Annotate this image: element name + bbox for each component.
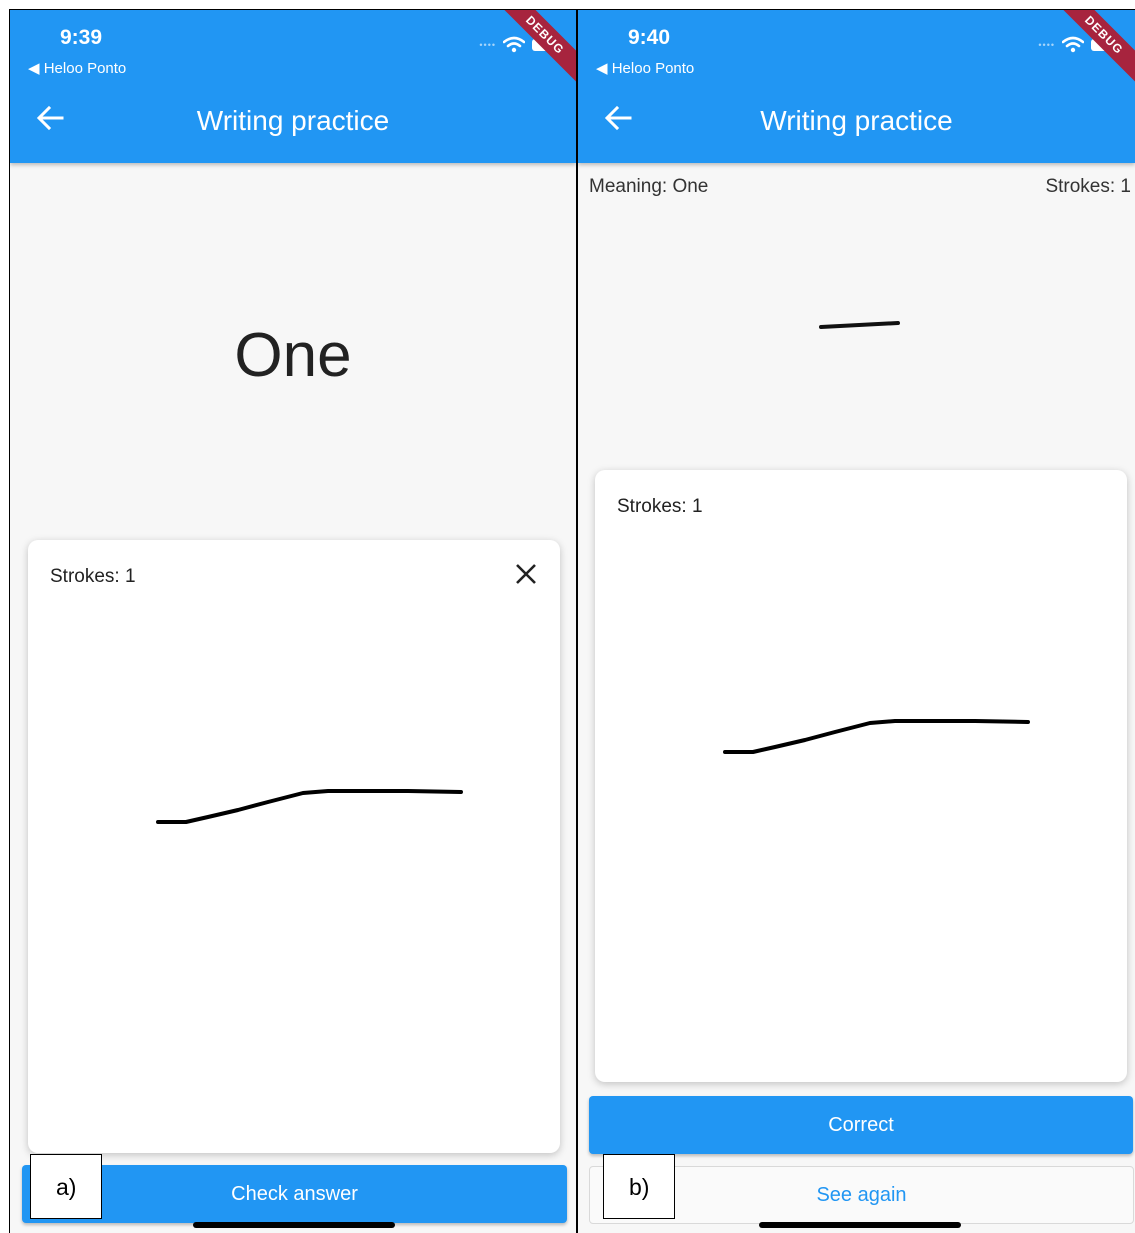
back-to-app-link[interactable]: ◀ Heloo Ponto <box>596 59 694 77</box>
check-answer-button[interactable]: Check answer <box>22 1165 567 1223</box>
wifi-icon <box>1062 36 1084 53</box>
triangle-left-icon: ◀ <box>596 60 608 77</box>
back-to-app-link[interactable]: ◀ Heloo Ponto <box>28 59 126 77</box>
app-bar: 9:39 ◀ Heloo Ponto •••• DEBUG Writing pr… <box>10 10 576 163</box>
screen-b: 9:40 ◀ Heloo Ponto •••• DEBUG Writing pr… <box>578 10 1135 1233</box>
panel-label-b: b) <box>603 1154 675 1219</box>
back-to-app-label: Heloo Ponto <box>43 60 127 77</box>
drawn-stroke <box>156 789 463 824</box>
status-time: 9:40 <box>628 26 671 49</box>
home-indicator <box>759 1222 961 1228</box>
wifi-icon <box>503 36 525 53</box>
status-time: 9:39 <box>60 26 103 49</box>
answer-canvas: Strokes: 1 <box>595 470 1127 1082</box>
screen-a: 9:39 ◀ Heloo Ponto •••• DEBUG Writing pr… <box>10 10 576 1233</box>
back-to-app-label: Heloo Ponto <box>611 60 695 77</box>
page-title: Writing practice <box>196 105 390 136</box>
correct-button[interactable]: Correct <box>589 1096 1133 1154</box>
expected-stroke-count: Strokes: 1 <box>1045 176 1131 197</box>
reference-character <box>819 321 900 329</box>
page-title: Writing practice <box>760 105 953 136</box>
signal-icon: •••• <box>479 39 496 50</box>
panel-label-a: a) <box>30 1154 102 1219</box>
signal-icon: •••• <box>1038 39 1055 50</box>
prompt-word: One <box>234 321 352 390</box>
triangle-left-icon: ◀ <box>28 60 40 77</box>
app-bar: 9:40 ◀ Heloo Ponto •••• DEBUG Writing pr… <box>578 10 1135 163</box>
meaning-label: Meaning: One <box>589 176 709 197</box>
drawn-stroke <box>723 719 1030 754</box>
drawing-canvas[interactable]: Strokes: 1 <box>28 540 560 1153</box>
home-indicator <box>193 1222 395 1228</box>
